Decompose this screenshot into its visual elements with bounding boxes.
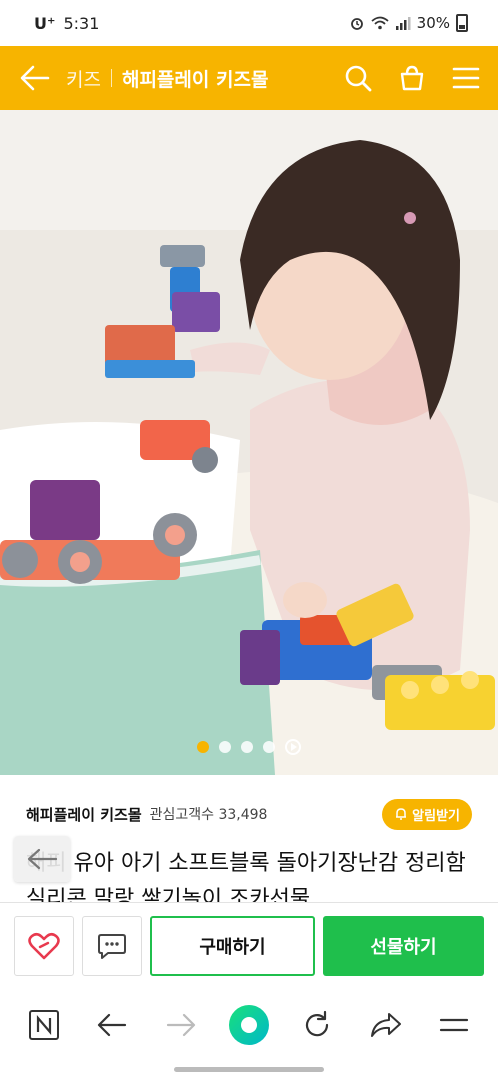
breadcrumb-divider — [110, 69, 112, 87]
green-dot-icon — [228, 1005, 269, 1045]
arrow-left-icon — [98, 1013, 127, 1037]
breadcrumb-kids[interactable]: 키즈 — [66, 65, 101, 92]
gallery-dot[interactable] — [197, 741, 209, 753]
share-arrow-icon — [370, 1013, 401, 1037]
floating-back-button[interactable] — [14, 836, 70, 882]
refresh-button[interactable] — [295, 1003, 339, 1047]
gift-button[interactable]: 선물하기 — [323, 915, 484, 976]
store-name-link[interactable]: 해피플레이 키즈몰 — [26, 804, 142, 825]
cart-button[interactable] — [396, 62, 428, 94]
buy-button[interactable]: 구매하기 — [150, 915, 315, 976]
gallery-dot[interactable] — [241, 741, 253, 753]
product-image-gallery[interactable] — [0, 110, 498, 775]
chat-bubble-icon — [98, 933, 126, 959]
menu-button[interactable] — [450, 62, 482, 94]
notify-button[interactable]: 알림받기 — [382, 798, 472, 830]
shopping-bag-icon — [400, 65, 424, 91]
naver-n-icon — [29, 1010, 60, 1040]
notify-label: 알림받기 — [412, 808, 460, 824]
naver-home-button[interactable] — [22, 1003, 66, 1047]
share-button[interactable] — [364, 1003, 408, 1047]
signal-icon — [395, 17, 411, 30]
follower-count: 관심고객수 33,498 — [149, 807, 268, 823]
talk-button[interactable] — [82, 915, 142, 976]
store-info-row: 해피플레이 키즈몰 관심고객수 33,498 알림받기 — [26, 792, 472, 836]
gallery-pagination — [0, 739, 498, 755]
gallery-dot[interactable] — [263, 741, 275, 753]
status-bar: U⁺ 5:31 30% — [0, 0, 498, 46]
store-title-link[interactable]: 해피플레이 키즈몰 — [122, 65, 268, 92]
menu-lines-icon — [439, 1018, 468, 1032]
wishlist-button[interactable] — [14, 915, 74, 976]
green-dot-button[interactable] — [227, 1003, 271, 1047]
product-photo — [0, 110, 498, 775]
home-indicator[interactable] — [174, 1067, 324, 1072]
arrow-left-icon — [20, 65, 50, 91]
search-icon — [345, 65, 372, 92]
browser-forward-button[interactable] — [159, 1003, 203, 1047]
battery-percent: 30% — [416, 14, 450, 32]
browser-nav-bar — [0, 988, 498, 1062]
alarm-icon — [350, 18, 363, 30]
more-menu-button[interactable] — [432, 1003, 476, 1047]
gallery-dot[interactable] — [219, 741, 231, 753]
play-icon[interactable] — [285, 739, 301, 755]
bell-icon — [396, 808, 407, 820]
carrier-label: U⁺ — [34, 13, 56, 33]
back-button[interactable] — [16, 59, 54, 97]
search-button[interactable] — [342, 62, 374, 94]
heart-link-icon — [28, 932, 60, 959]
battery-icon — [456, 14, 468, 32]
arrow-right-icon — [166, 1013, 195, 1037]
arrow-left-icon — [27, 848, 58, 870]
clock: 5:31 — [63, 13, 100, 33]
product-title: 해피 유아 아기 소프트블록 돌아기장난감 정리함 실리콘 말랑 쌓기놀이 조카… — [26, 851, 466, 904]
browser-back-button[interactable] — [90, 1003, 134, 1047]
hamburger-icon — [452, 67, 480, 89]
purchase-action-bar: 구매하기 선물하기 — [0, 902, 498, 988]
refresh-icon — [306, 1010, 329, 1037]
wifi-icon — [371, 16, 389, 30]
store-header: 키즈 해피플레이 키즈몰 — [0, 46, 498, 110]
